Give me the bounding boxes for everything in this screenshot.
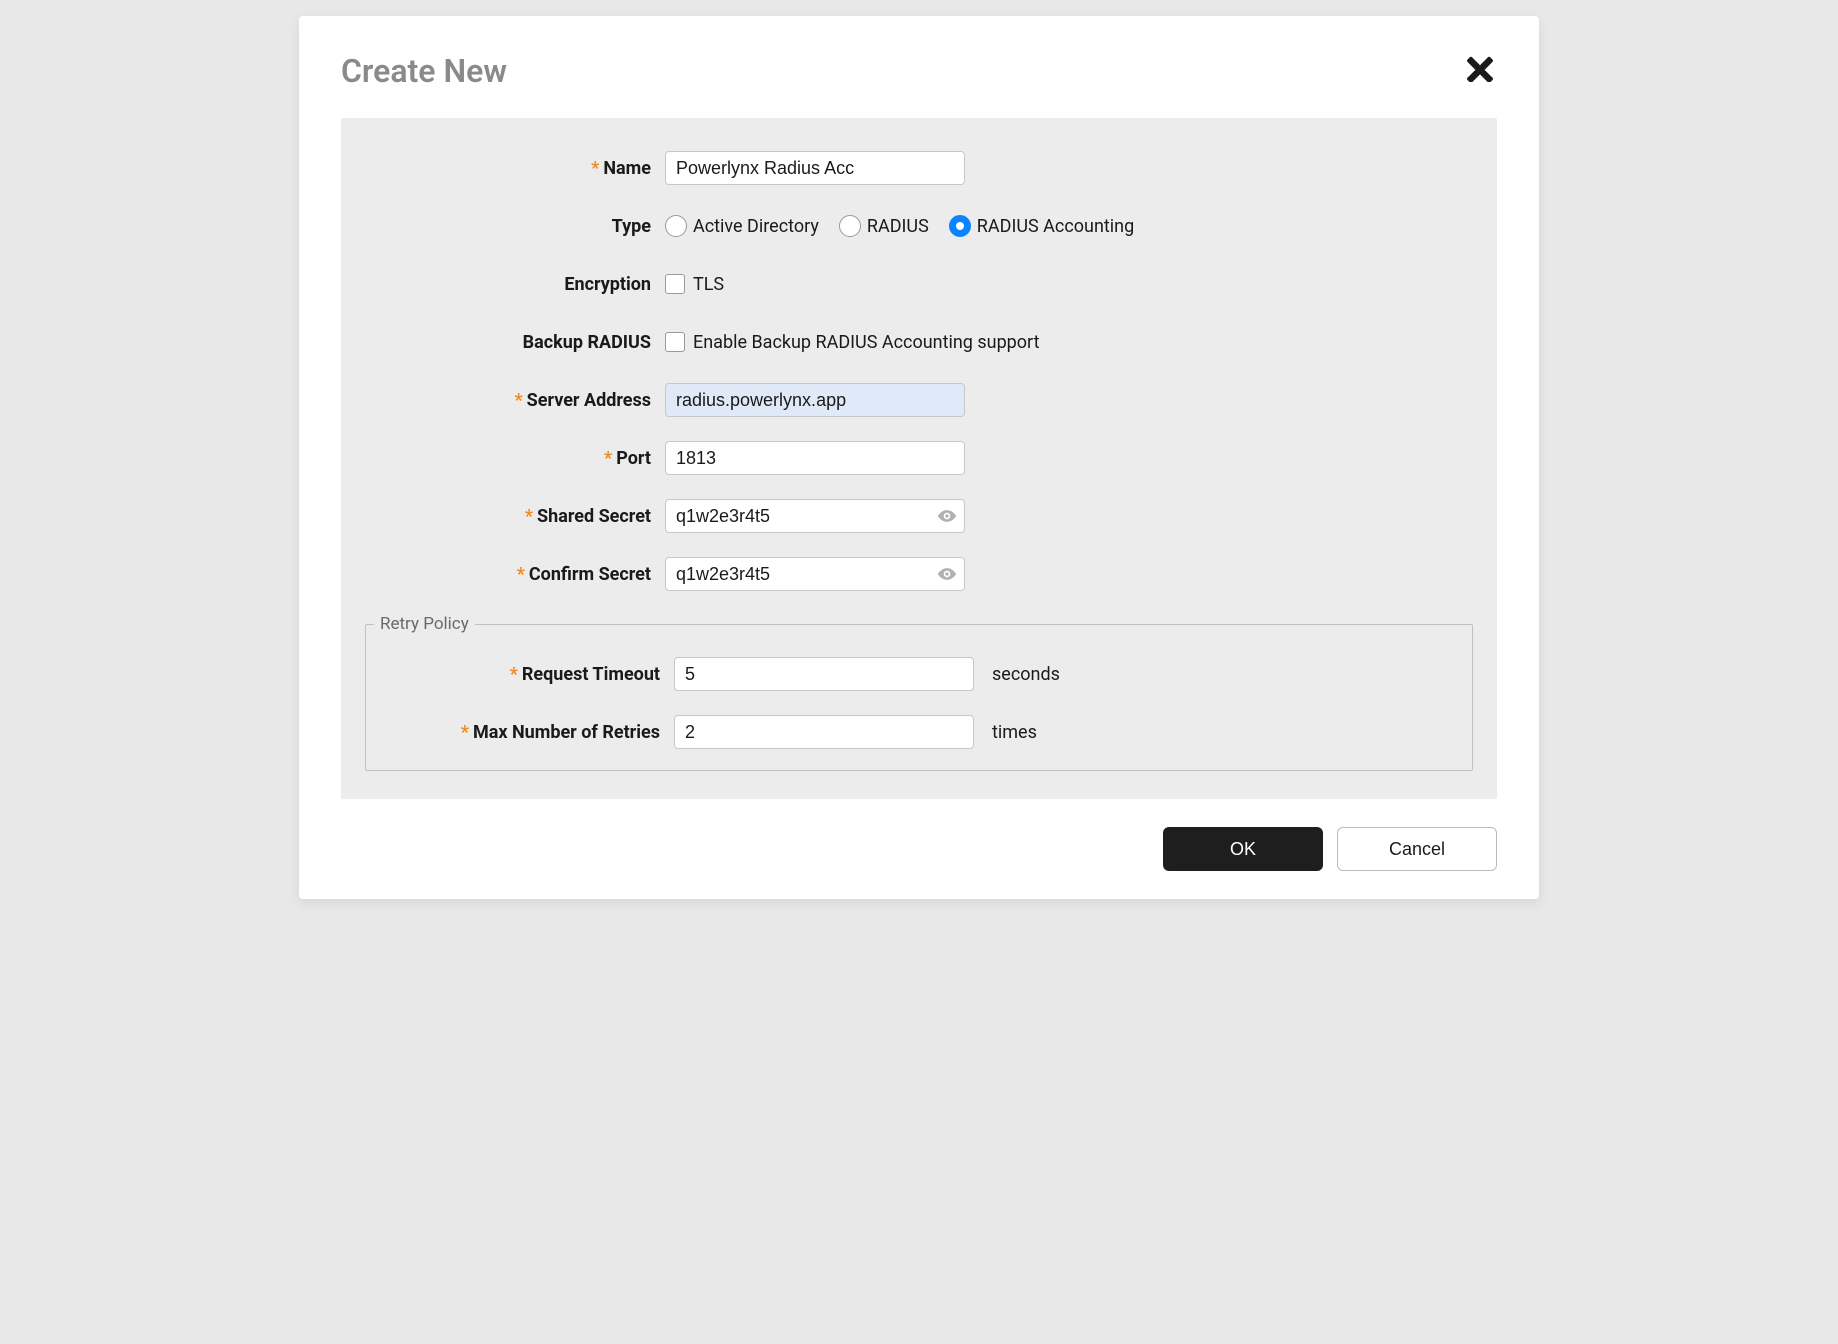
backup-radius-checkbox[interactable]: Enable Backup RADIUS Accounting support [665, 332, 1039, 353]
type-option-active-directory[interactable]: Active Directory [665, 215, 819, 237]
close-icon [1467, 70, 1493, 85]
label-name: *Name [365, 158, 665, 179]
label-max-retries: *Max Number of Retries [374, 722, 674, 743]
form-panel: *Name Type Active Directory [341, 118, 1497, 799]
radio-icon [665, 215, 687, 237]
request-timeout-input[interactable] [674, 657, 974, 691]
radio-icon [949, 215, 971, 237]
modal-footer: OK Cancel [341, 827, 1497, 871]
cancel-button[interactable]: Cancel [1337, 827, 1497, 871]
label-type: Type [365, 216, 665, 237]
retry-policy-legend: Retry Policy [374, 614, 475, 634]
row-name: *Name [365, 150, 1473, 186]
eye-icon[interactable] [937, 506, 957, 526]
request-timeout-suffix: seconds [992, 664, 1060, 685]
checkbox-icon [665, 332, 685, 352]
row-port: *Port [365, 440, 1473, 476]
row-type: Type Active Directory RADIUS [365, 208, 1473, 244]
label-shared-secret: *Shared Secret [365, 506, 665, 527]
row-shared-secret: *Shared Secret [365, 498, 1473, 534]
row-request-timeout: *Request Timeout seconds [374, 656, 1464, 692]
encryption-tls-checkbox[interactable]: TLS [665, 274, 724, 295]
type-option-radius-accounting[interactable]: RADIUS Accounting [949, 215, 1134, 237]
label-server-address: *Server Address [365, 390, 665, 411]
row-encryption: Encryption TLS [365, 266, 1473, 302]
row-confirm-secret: *Confirm Secret [365, 556, 1473, 592]
create-new-modal: Create New *Name Type [299, 16, 1539, 899]
close-button[interactable] [1463, 52, 1497, 89]
row-max-retries: *Max Number of Retries times [374, 714, 1464, 750]
row-server-address: *Server Address [365, 382, 1473, 418]
checkbox-icon [665, 274, 685, 294]
max-retries-input[interactable] [674, 715, 974, 749]
label-request-timeout: *Request Timeout [374, 664, 674, 685]
type-radio-group: Active Directory RADIUS RADIUS Accountin… [665, 215, 1134, 237]
confirm-secret-input[interactable] [665, 557, 965, 591]
type-option-radius[interactable]: RADIUS [839, 215, 929, 237]
port-input[interactable] [665, 441, 965, 475]
eye-icon[interactable] [937, 564, 957, 584]
max-retries-suffix: times [992, 722, 1037, 743]
server-address-input[interactable] [665, 383, 965, 417]
row-backup-radius: Backup RADIUS Enable Backup RADIUS Accou… [365, 324, 1473, 360]
name-input[interactable] [665, 151, 965, 185]
ok-button[interactable]: OK [1163, 827, 1323, 871]
label-encryption: Encryption [365, 274, 665, 295]
radio-icon [839, 215, 861, 237]
shared-secret-input[interactable] [665, 499, 965, 533]
label-port: *Port [365, 448, 665, 469]
retry-policy-fieldset: Retry Policy *Request Timeout seconds *M… [365, 614, 1473, 771]
modal-header: Create New [341, 52, 1497, 90]
modal-title: Create New [341, 52, 507, 90]
label-confirm-secret: *Confirm Secret [365, 564, 665, 585]
label-backup-radius: Backup RADIUS [365, 332, 665, 353]
